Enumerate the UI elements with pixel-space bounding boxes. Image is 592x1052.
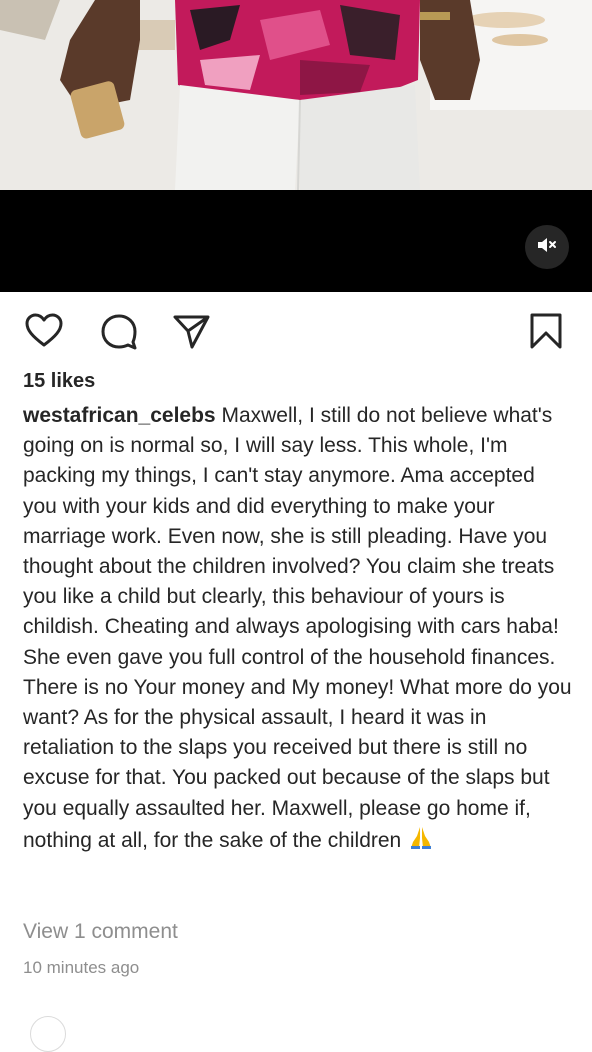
next-post-avatar[interactable]	[30, 1016, 66, 1052]
speaker-muted-icon	[535, 233, 559, 262]
post-media[interactable]	[0, 0, 592, 292]
post-timestamp: 10 minutes ago	[23, 958, 140, 977]
folded-hands-emoji	[407, 824, 435, 859]
paper-plane-icon	[171, 315, 211, 355]
share-button[interactable]	[171, 311, 211, 351]
comment-bubble-icon	[99, 314, 139, 355]
post-photo	[0, 0, 592, 190]
comment-button[interactable]	[99, 311, 139, 351]
bookmark-icon	[526, 313, 566, 355]
heart-icon	[24, 313, 64, 355]
mute-button[interactable]	[525, 225, 569, 269]
likes-count[interactable]: 15 likes	[23, 370, 95, 393]
view-comments-link[interactable]: View 1 comment	[23, 920, 178, 944]
post-caption: westafrican_celebs Maxwell, I still do n…	[23, 401, 573, 859]
photo-illustration	[0, 0, 592, 190]
save-button[interactable]	[526, 311, 566, 351]
like-button[interactable]	[24, 311, 64, 351]
caption-text: Maxwell, I still do not believe what's g…	[23, 404, 572, 852]
caption-username[interactable]: westafrican_celebs	[23, 404, 216, 427]
post-actions-bar	[0, 306, 592, 356]
